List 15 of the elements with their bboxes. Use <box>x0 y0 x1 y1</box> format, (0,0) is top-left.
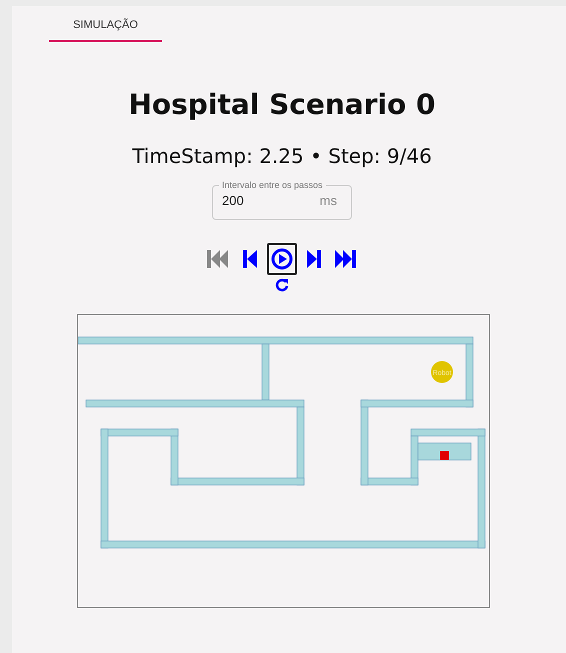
simulation-tab[interactable]: SIMULAÇÃO <box>49 6 162 42</box>
interval-field[interactable]: Intervalo entre os passos 200 ms <box>212 180 352 220</box>
reload-icon <box>275 278 289 292</box>
status-text: TimeStamp: 2.25 • Step: 9/46 <box>132 144 432 168</box>
skip-to-end-icon <box>334 248 358 270</box>
table-shape <box>417 442 471 460</box>
skip-to-start-icon <box>206 248 230 270</box>
unit-label: ms <box>320 193 337 208</box>
play-button[interactable] <box>267 243 297 275</box>
robot-marker <box>430 361 452 383</box>
play-icon <box>270 248 294 270</box>
reload-button[interactable] <box>275 278 289 292</box>
scenario-title: Hospital Scenario 0 <box>128 88 436 122</box>
field-value: 200 <box>222 193 245 208</box>
field-label: Intervalo entre os passos <box>221 180 324 190</box>
